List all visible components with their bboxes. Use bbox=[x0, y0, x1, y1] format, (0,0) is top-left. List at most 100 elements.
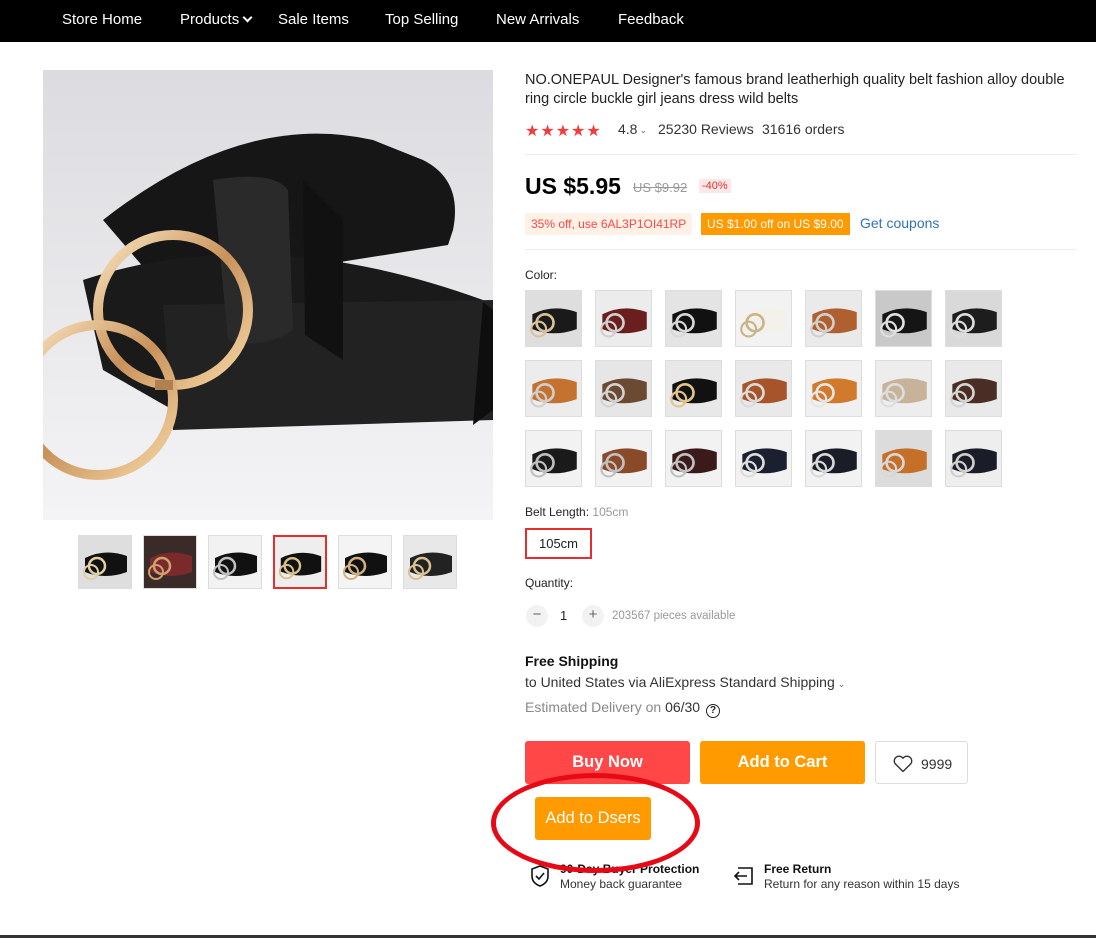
nav-new-arrivals[interactable]: New Arrivals bbox=[496, 11, 579, 28]
shipping-method-selector[interactable]: to United States via AliExpress Standard… bbox=[525, 674, 845, 690]
quantity-value[interactable]: 1 bbox=[560, 608, 567, 623]
chevron-down-icon: ⌄ bbox=[639, 125, 648, 135]
quantity-label: Quantity: bbox=[525, 576, 574, 590]
belt-length-selected: 105cm bbox=[592, 505, 629, 519]
belt-swatch-image bbox=[946, 291, 1001, 346]
thumbnail-3[interactable] bbox=[208, 535, 262, 589]
rating-value[interactable]: 4.8 ⌄ bbox=[618, 121, 647, 137]
main-product-image[interactable] bbox=[43, 70, 493, 520]
belt-swatch-image bbox=[946, 431, 1001, 486]
shipping-method-text: to United States via AliExpress Standard… bbox=[525, 674, 835, 690]
pieces-available: 203567 pieces available bbox=[612, 610, 736, 622]
divider bbox=[525, 154, 1077, 155]
color-swatch[interactable] bbox=[945, 430, 1002, 487]
get-coupons-link[interactable]: Get coupons bbox=[860, 215, 939, 231]
color-swatch[interactable] bbox=[735, 430, 792, 487]
color-swatch[interactable] bbox=[595, 290, 652, 347]
discount-badge: -40% bbox=[699, 179, 731, 193]
divider bbox=[525, 249, 1077, 250]
color-swatch[interactable] bbox=[805, 360, 862, 417]
wishlist-count: 9999 bbox=[921, 756, 953, 772]
thumbnail-6-image bbox=[404, 536, 456, 588]
belt-swatch-image bbox=[806, 361, 861, 416]
color-swatch[interactable] bbox=[525, 360, 582, 417]
belt-swatch-image bbox=[736, 291, 791, 346]
nav-feedback[interactable]: Feedback bbox=[618, 11, 684, 28]
product-title: NO.ONEPAUL Designer's famous brand leath… bbox=[525, 72, 1065, 107]
color-swatch[interactable] bbox=[875, 360, 932, 417]
thumbnail-6[interactable] bbox=[403, 535, 457, 589]
belt-swatch-image bbox=[876, 361, 931, 416]
belt-swatch-image bbox=[526, 431, 581, 486]
coupon-tag: US $1.00 off on US $9.00 bbox=[701, 213, 850, 235]
buyer-protection: 90-Day Buyer Protection Money back guara… bbox=[560, 862, 699, 892]
color-swatch[interactable] bbox=[665, 290, 722, 347]
belt-length-title: Belt Length: bbox=[525, 505, 590, 519]
help-icon[interactable]: ? bbox=[706, 704, 721, 718]
buy-now-button[interactable]: Buy Now bbox=[525, 741, 690, 784]
free-return: Free Return Return for any reason within… bbox=[764, 862, 959, 892]
heart-icon bbox=[893, 755, 913, 773]
belt-swatch-image bbox=[526, 361, 581, 416]
buyer-protection-subtitle: Money back guarantee bbox=[560, 877, 683, 891]
color-swatch[interactable] bbox=[665, 360, 722, 417]
color-swatch[interactable] bbox=[735, 360, 792, 417]
return-icon bbox=[733, 867, 753, 885]
belt-length-label: Belt Length: 105cm bbox=[525, 505, 628, 519]
belt-swatch-image bbox=[666, 291, 721, 346]
estimated-delivery: Estimated Delivery on 06/30? bbox=[525, 699, 721, 718]
rating-number: 4.8 bbox=[618, 121, 638, 137]
add-to-cart-button[interactable]: Add to Cart bbox=[700, 741, 865, 784]
add-to-dsers-button[interactable]: Add to Dsers bbox=[535, 797, 651, 840]
shield-check-icon bbox=[531, 865, 549, 887]
nav-feedback-label: Feedback bbox=[618, 11, 684, 28]
color-swatch[interactable] bbox=[805, 430, 862, 487]
nav-products-label: Products bbox=[180, 11, 240, 28]
belt-swatch-image bbox=[806, 431, 861, 486]
color-swatch[interactable] bbox=[875, 290, 932, 347]
belt-photo bbox=[43, 70, 493, 520]
color-swatch[interactable] bbox=[945, 290, 1002, 347]
color-swatch[interactable] bbox=[875, 430, 932, 487]
nav-sale-items[interactable]: Sale Items bbox=[278, 11, 349, 28]
color-swatch[interactable] bbox=[595, 430, 652, 487]
nav-store-home-label: Store Home bbox=[62, 11, 143, 28]
belt-swatch-image bbox=[596, 431, 651, 486]
belt-swatch-image bbox=[526, 291, 581, 346]
store-nav-bar: Store Home Products Sale Items Top Selli… bbox=[0, 0, 1096, 42]
nav-sale-items-label: Sale Items bbox=[278, 11, 349, 28]
belt-length-option-105cm[interactable]: 105cm bbox=[525, 528, 592, 559]
nav-products[interactable]: Products bbox=[180, 11, 253, 28]
chevron-down-icon bbox=[242, 12, 253, 23]
nav-store-home[interactable]: Store Home bbox=[62, 11, 142, 28]
belt-swatch-image bbox=[876, 431, 931, 486]
nav-top-selling-label: Top Selling bbox=[385, 11, 459, 28]
color-swatch[interactable] bbox=[805, 290, 862, 347]
quantity-increase-button[interactable]: + bbox=[582, 605, 604, 627]
orders-count: 31616 orders bbox=[762, 121, 845, 137]
quantity-decrease-button[interactable]: − bbox=[526, 605, 548, 627]
thumbnail-4-selected[interactable] bbox=[273, 535, 327, 589]
thumbnail-2[interactable] bbox=[143, 535, 197, 589]
delivery-label: Estimated Delivery on bbox=[525, 699, 662, 715]
reviews-link[interactable]: 25230 Reviews bbox=[658, 121, 754, 137]
color-swatch[interactable] bbox=[525, 290, 582, 347]
color-swatch[interactable] bbox=[525, 430, 582, 487]
thumbnail-1-image bbox=[79, 536, 131, 588]
delivery-date: 06/30 bbox=[665, 699, 701, 715]
nav-top-selling[interactable]: Top Selling bbox=[385, 11, 458, 28]
thumbnail-4-image bbox=[275, 537, 325, 587]
belt-swatch-image bbox=[736, 361, 791, 416]
belt-swatch-image bbox=[736, 431, 791, 486]
color-swatch[interactable] bbox=[945, 360, 1002, 417]
belt-swatch-image bbox=[876, 291, 931, 346]
thumbnail-2-image bbox=[144, 536, 196, 588]
color-swatch[interactable] bbox=[665, 430, 722, 487]
color-swatch[interactable] bbox=[595, 360, 652, 417]
thumbnail-5[interactable] bbox=[338, 535, 392, 589]
free-return-subtitle: Return for any reason within 15 days bbox=[764, 877, 960, 891]
thumbnail-1[interactable] bbox=[78, 535, 132, 589]
buyer-protection-title: 90-Day Buyer Protection bbox=[560, 862, 700, 876]
color-swatch[interactable] bbox=[735, 290, 792, 347]
wishlist-button[interactable]: 9999 bbox=[875, 741, 968, 784]
